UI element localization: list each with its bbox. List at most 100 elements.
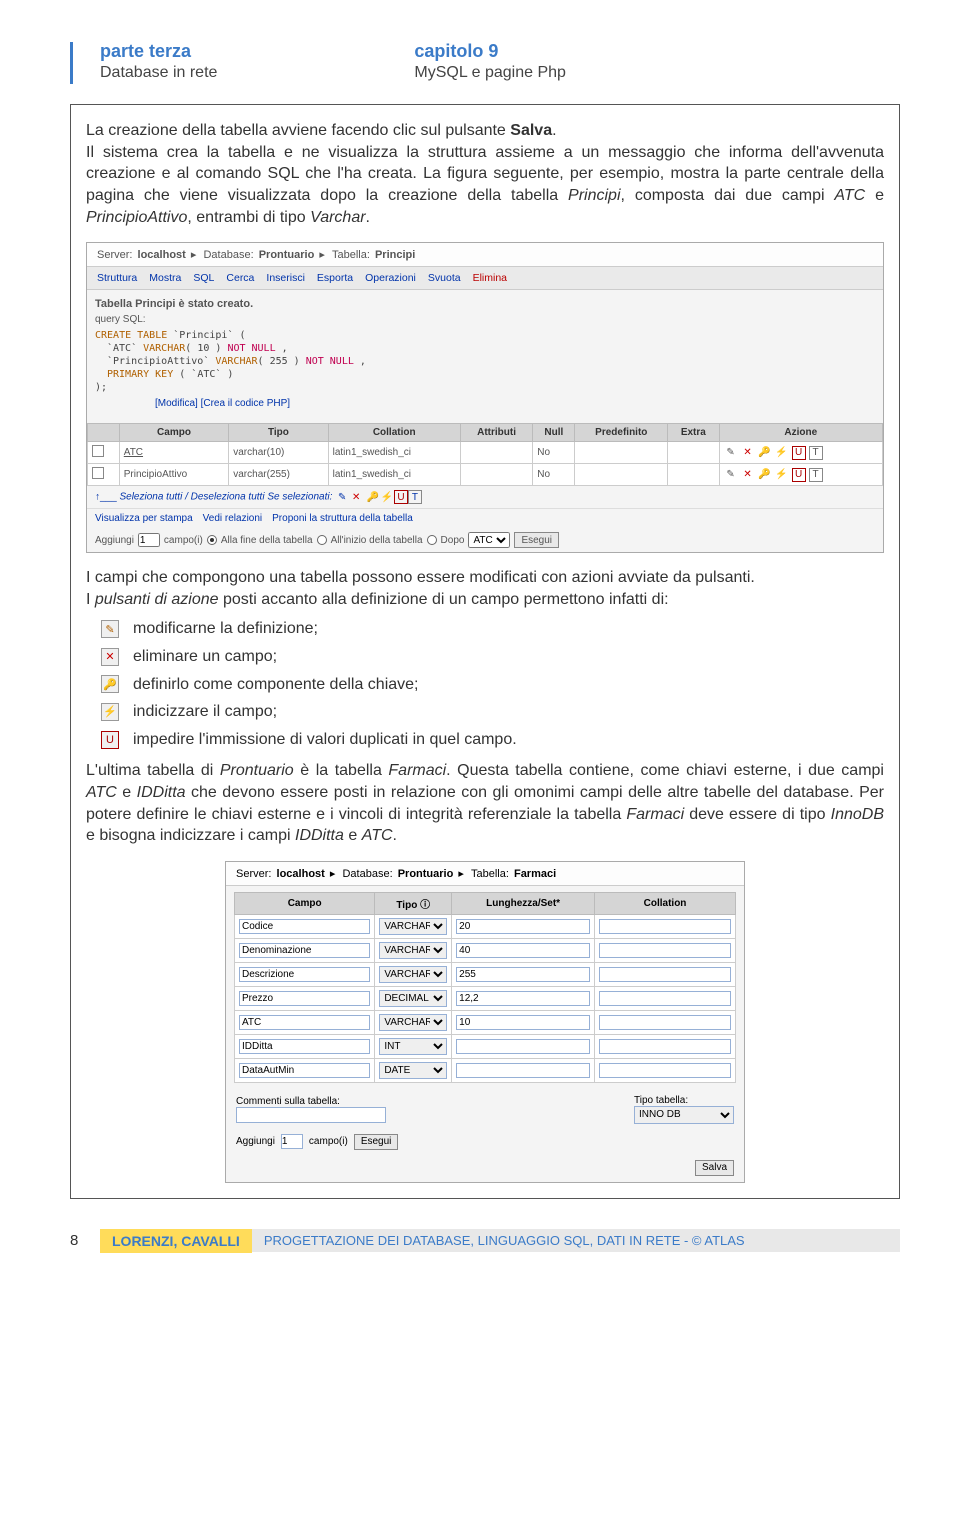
tab-inserisci[interactable]: Inserisci <box>262 271 309 285</box>
tab-operazioni[interactable]: Operazioni <box>361 271 420 285</box>
chapter-title: capitolo 9 <box>414 40 566 63</box>
relations-link[interactable]: Vedi relazioni <box>203 513 262 524</box>
field-len-input[interactable] <box>456 1015 590 1030</box>
field-type-select[interactable]: INT <box>379 1038 447 1055</box>
delete-icon: ✕ <box>349 490 363 504</box>
radio-start[interactable] <box>317 535 327 545</box>
row-checkbox[interactable] <box>92 445 104 457</box>
phpmyadmin-screenshot-1: Server: localhost ▸ Database: Prontuario… <box>86 242 884 553</box>
fulltext-icon[interactable]: T <box>809 468 823 482</box>
fulltext-icon[interactable]: T <box>809 446 823 460</box>
paragraph-5: L'ultima tabella di Prontuario è la tabe… <box>86 760 884 846</box>
select-all-row[interactable]: ↑___ Seleziona tutti / Deseleziona tutti… <box>87 486 883 508</box>
field-len-input[interactable] <box>456 943 590 958</box>
unique-icon[interactable]: U <box>792 446 806 460</box>
radio-after[interactable] <box>427 535 437 545</box>
edit-icon: ✎ <box>335 490 349 504</box>
field-coll-input[interactable] <box>599 967 731 982</box>
page-header: parte terza Database in rete capitolo 9 … <box>70 40 900 84</box>
field-type-select[interactable]: VARCHAR <box>379 1014 447 1031</box>
field-coll-input[interactable] <box>599 1039 731 1054</box>
field-coll-input[interactable] <box>599 943 731 958</box>
unique-icon[interactable]: U <box>792 468 806 482</box>
field-coll-input[interactable] <box>599 991 731 1006</box>
primary-icon[interactable]: 🔑 <box>758 446 772 460</box>
field-name-input[interactable] <box>239 991 370 1006</box>
paragraph-2: Il sistema crea la tabella e ne visualiz… <box>86 142 884 228</box>
execute-button[interactable]: Esegui <box>514 532 559 548</box>
field-type-select[interactable]: DATE <box>379 1062 447 1079</box>
paragraph-4: I pulsanti di azione posti accanto alla … <box>86 589 884 611</box>
footer-title: PROGETTAZIONE DEI DATABASE, LINGUAGGIO S… <box>252 1229 900 1252</box>
propose-structure-link[interactable]: Proponi la struttura della tabella <box>272 513 413 524</box>
field-name-input[interactable] <box>239 1015 370 1030</box>
sql-query: CREATE TABLE `Principi` ( `ATC` VARCHAR(… <box>95 329 875 394</box>
after-field-select[interactable]: ATC <box>468 532 510 548</box>
content-frame: La creazione della tabella avviene facen… <box>70 104 900 1199</box>
page-footer: 8 LORENZI, CAVALLI PROGETTAZIONE DEI DAT… <box>70 1229 900 1253</box>
part-subtitle: Database in rete <box>100 63 217 84</box>
tab-mostra[interactable]: Mostra <box>145 271 185 285</box>
table-comments-label: Commenti sulla tabella: <box>236 1096 340 1107</box>
page-number: 8 <box>70 1232 100 1249</box>
field-type-select[interactable]: VARCHAR <box>379 966 447 983</box>
table-row: ATC varchar(10)latin1_swedish_ci No ✎ ✕ … <box>88 442 883 464</box>
field-len-input[interactable] <box>456 1063 590 1078</box>
field-len-input[interactable] <box>456 1039 590 1054</box>
field-name-input[interactable] <box>239 967 370 982</box>
index-icon[interactable]: ⚡ <box>775 446 789 460</box>
field-name[interactable]: PrincipioAttivo <box>119 464 228 486</box>
tab-struttura[interactable]: Struttura <box>93 271 141 285</box>
edit-icon: ✎ <box>101 620 119 638</box>
field-coll-input[interactable] <box>599 1015 731 1030</box>
row-checkbox[interactable] <box>92 467 104 479</box>
field-name-input[interactable] <box>239 919 370 934</box>
bottom-links: Visualizza per stampa Vedi relazioni Pro… <box>87 508 883 528</box>
add-count-input[interactable] <box>138 533 160 547</box>
edit-icon[interactable]: ✎ <box>724 468 738 482</box>
delete-icon[interactable]: ✕ <box>741 446 755 460</box>
tab-elimina[interactable]: Elimina <box>469 271 511 285</box>
edit-icon[interactable]: ✎ <box>724 446 738 460</box>
field-len-input[interactable] <box>456 967 590 982</box>
primary-key-icon: 🔑 <box>101 675 119 693</box>
radio-end[interactable] <box>207 535 217 545</box>
action-buttons-list: ✎modificarne la definizione; ✕eliminare … <box>101 618 884 750</box>
create-table-grid: CampoTipo ⓘ Lunghezza/Set*Collation VARC… <box>234 892 736 1083</box>
save-button[interactable]: Salva <box>695 1160 734 1176</box>
breadcrumb: Server: localhost ▸ Database: Prontuario… <box>226 862 744 886</box>
delete-icon[interactable]: ✕ <box>741 468 755 482</box>
field-name[interactable]: ATC <box>124 447 143 458</box>
field-type-select[interactable]: VARCHAR <box>379 942 447 959</box>
field-name-input[interactable] <box>239 1039 370 1054</box>
add-count-input[interactable] <box>281 1134 303 1149</box>
field-coll-input[interactable] <box>599 919 731 934</box>
execute-button[interactable]: Esegui <box>354 1134 399 1150</box>
table-type-select[interactable]: INNO DB <box>634 1106 734 1124</box>
query-label: query SQL: <box>95 314 875 325</box>
print-view-link[interactable]: Visualizza per stampa <box>95 513 193 524</box>
success-message: Tabella Principi è stato creato. <box>95 298 875 310</box>
field-len-input[interactable] <box>456 919 590 934</box>
table-row: PrincipioAttivo varchar(255)latin1_swedi… <box>88 464 883 486</box>
table-comments-input[interactable] <box>236 1107 386 1123</box>
field-len-input[interactable] <box>456 991 590 1006</box>
tab-svuota[interactable]: Svuota <box>424 271 465 285</box>
field-name-input[interactable] <box>239 1063 370 1078</box>
tab-sql[interactable]: SQL <box>189 271 218 285</box>
query-links[interactable]: [Modifica] [Crea il codice PHP] <box>155 398 875 409</box>
field-name-input[interactable] <box>239 943 370 958</box>
index-icon[interactable]: ⚡ <box>775 468 789 482</box>
field-type-select[interactable]: DECIMAL <box>379 990 447 1007</box>
paragraph-3: I campi che compongono una tabella posso… <box>86 567 884 589</box>
tab-bar: Struttura Mostra SQL Cerca Inserisci Esp… <box>87 267 883 290</box>
tab-esporta[interactable]: Esporta <box>313 271 357 285</box>
fields-table: CampoTipoCollation AttributiNullPredefin… <box>87 423 883 486</box>
field-type-select[interactable]: VARCHAR <box>379 918 447 935</box>
tab-cerca[interactable]: Cerca <box>222 271 258 285</box>
delete-icon: ✕ <box>101 648 119 666</box>
primary-icon[interactable]: 🔑 <box>758 468 772 482</box>
field-coll-input[interactable] <box>599 1063 731 1078</box>
footer-author: LORENZI, CAVALLI <box>100 1229 252 1253</box>
table-type-label: Tipo tabella: <box>634 1095 688 1106</box>
